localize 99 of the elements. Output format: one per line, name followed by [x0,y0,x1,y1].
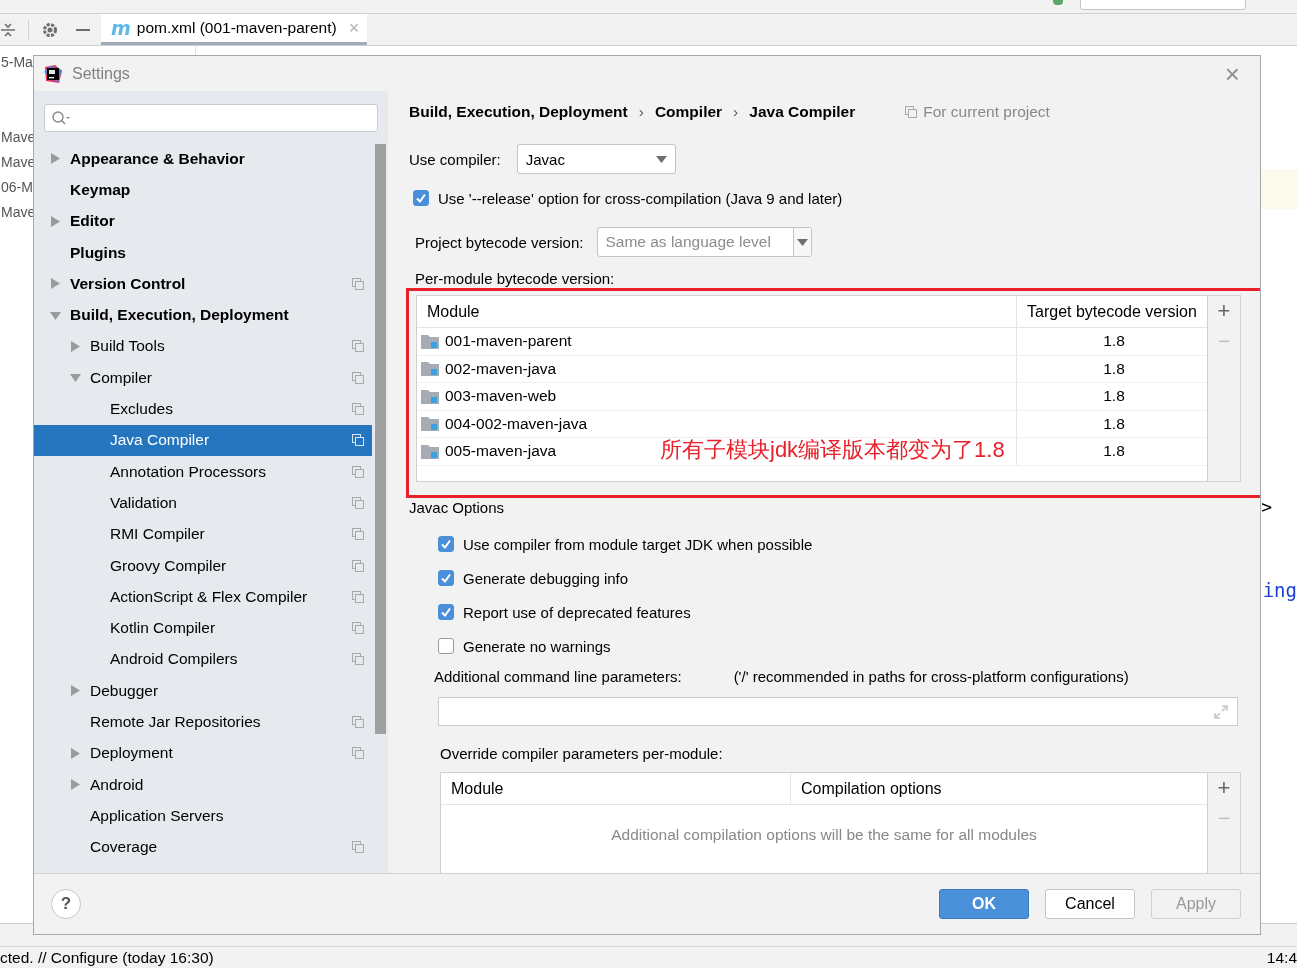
settings-tree-item[interactable]: Android Compilers [34,643,372,676]
field-label: Project bytecode version: [415,233,584,251]
search-field[interactable] [44,104,378,132]
scope-note: For current project [923,103,1050,121]
column-header[interactable]: Compilation options [791,773,1207,804]
field-label: Use compiler: [409,150,501,168]
column-header[interactable]: Module [441,773,791,804]
settings-tree-item[interactable]: Build, Execution, Deployment [34,299,372,331]
section-label: Override compiler parameters per-module: [440,745,723,763]
search-icon [51,110,71,126]
breadcrumb-item[interactable]: Build, Execution, Deployment [409,103,628,121]
status-text: cted. // Configure (today 16:30) [0,948,214,967]
checkbox[interactable] [438,604,454,620]
dropdown-arrow-icon [655,155,667,163]
expand-icon[interactable] [1213,703,1229,720]
column-header[interactable]: Module [417,296,1017,327]
breadcrumb-separator: › [638,103,644,121]
hint-text: ('/' recommended in paths for cross-platform configurations) [733,667,1129,685]
field-label: Additional command line parameters: [434,667,682,685]
table-cell-text: 1.8 [1102,441,1126,462]
collapsed-arrow-icon[interactable] [50,278,61,290]
add-button[interactable]: + [1217,298,1231,324]
table-cell: 004-002-maven-java [417,410,1017,437]
breadcrumb-item[interactable]: Compiler [654,103,723,121]
parameters-field[interactable] [438,697,1238,726]
add-button[interactable]: + [1217,775,1231,801]
checkbox-label: Generate no warnings [463,637,611,655]
checkbox-label: Use compiler from module target JDK when possible [463,535,813,553]
checkbox[interactable] [438,638,454,654]
settings-tree-item[interactable]: Application Servers [34,800,372,832]
settings-tree-item[interactable]: ActionScript & Flex Compiler [34,581,372,613]
settings-tree-item[interactable]: Debugger [34,675,372,707]
settings-tree-item[interactable]: Remote Jar Repositories [34,706,372,738]
settings-tree-item[interactable]: Appearance & Behavior [34,143,372,175]
collapse-icon[interactable] [0,21,16,38]
annotation-text: 所有子模块jdk编译版本都变为了1.8 [660,436,1005,464]
settings-tree-item[interactable]: Compiler [34,362,372,394]
settings-tree-item[interactable]: Kotlin Compiler [34,612,372,644]
checkbox-label: Report use of deprecated features [463,603,691,621]
code-text: > [1261,496,1272,517]
breadcrumb-separator: › [733,103,739,121]
expanded-arrow-icon[interactable] [70,372,81,384]
compiler-dropdown[interactable]: Javac [516,144,676,174]
checkbox[interactable] [413,190,429,206]
settings-icon[interactable] [41,20,59,39]
section-label: Javac Options [409,499,505,517]
settings-tree-item[interactable]: Java Compiler [34,424,372,456]
editor-tab[interactable]: m pom.xml (001-maven-parent) × [101,14,368,45]
settings-tree-item[interactable]: Version Control [34,268,372,300]
collapsed-arrow-icon[interactable] [70,340,81,352]
settings-tree-item[interactable]: Annotation Processors [34,455,372,488]
breadcrumb-item[interactable]: Java Compiler [749,103,856,121]
module-folder-icon [421,361,439,377]
module-folder-icon [421,416,439,432]
caret-position[interactable]: 14:4 [1266,948,1297,967]
help-button[interactable]: ? [51,889,81,919]
table-cell: 001-maven-parent [417,328,1017,355]
settings-tree-item[interactable]: Editor [34,205,372,237]
run-config-icon[interactable] [1053,0,1063,5]
collapsed-arrow-icon[interactable] [50,215,61,227]
expanded-arrow-icon[interactable] [50,309,61,321]
table-cell-text: 1.8 [1102,386,1126,407]
settings-tree-item[interactable]: Coverage [34,831,372,863]
dropdown-arrow-icon [797,238,809,246]
dialog-title: Settings [72,64,130,83]
module-folder-icon [421,333,439,349]
settings-tree-item[interactable]: Deployment [34,737,372,769]
table-cell: 002-maven-java [417,355,1017,382]
checkbox-label: Use '--release' option for cross-compilation (Java 9 and later) [438,189,843,207]
table-cell-text: 1.8 [1102,413,1126,434]
module-folder-icon [421,388,439,404]
project-scope-icon [905,106,918,118]
settings-tree-item[interactable]: Keymap [34,174,372,206]
checkbox[interactable] [438,536,454,552]
app-logo-icon [43,63,63,84]
dialog-button[interactable]: Cancel [1045,889,1135,919]
settings-tree-item[interactable]: RMI Compiler [34,518,372,550]
collapsed-arrow-icon[interactable] [70,779,81,791]
settings-tree-item[interactable]: Excludes [34,393,372,425]
table-cell-text: 1.8 [1102,358,1126,379]
table-cell-text: 1.8 [1102,331,1126,352]
checkbox[interactable] [438,570,454,586]
collapsed-arrow-icon[interactable] [70,685,81,697]
settings-tree-item[interactable]: Validation [34,487,372,519]
bytecode-combobox[interactable]: Same as language level [597,227,813,257]
settings-tree-item[interactable]: Plugins [34,236,372,269]
settings-tree-item[interactable]: Build Tools [34,330,372,363]
module-folder-icon [421,443,439,459]
empty-table-text: Additional compilation options will be the same for all modules [611,826,1037,844]
column-header[interactable]: Target bytecode version [1017,296,1207,327]
table-cell: 003-maven-web [417,383,1017,410]
checkbox-label: Generate debugging info [463,569,629,587]
settings-tree-item[interactable]: Android [34,768,372,801]
collapsed-arrow-icon[interactable] [50,153,61,165]
collapsed-arrow-icon[interactable] [70,747,81,759]
scrollbar[interactable] [375,144,386,734]
section-label: Per-module bytecode version: [415,270,615,288]
settings-tree-item[interactable]: Groovy Compiler [34,549,372,582]
code-text: ing [1262,579,1297,601]
